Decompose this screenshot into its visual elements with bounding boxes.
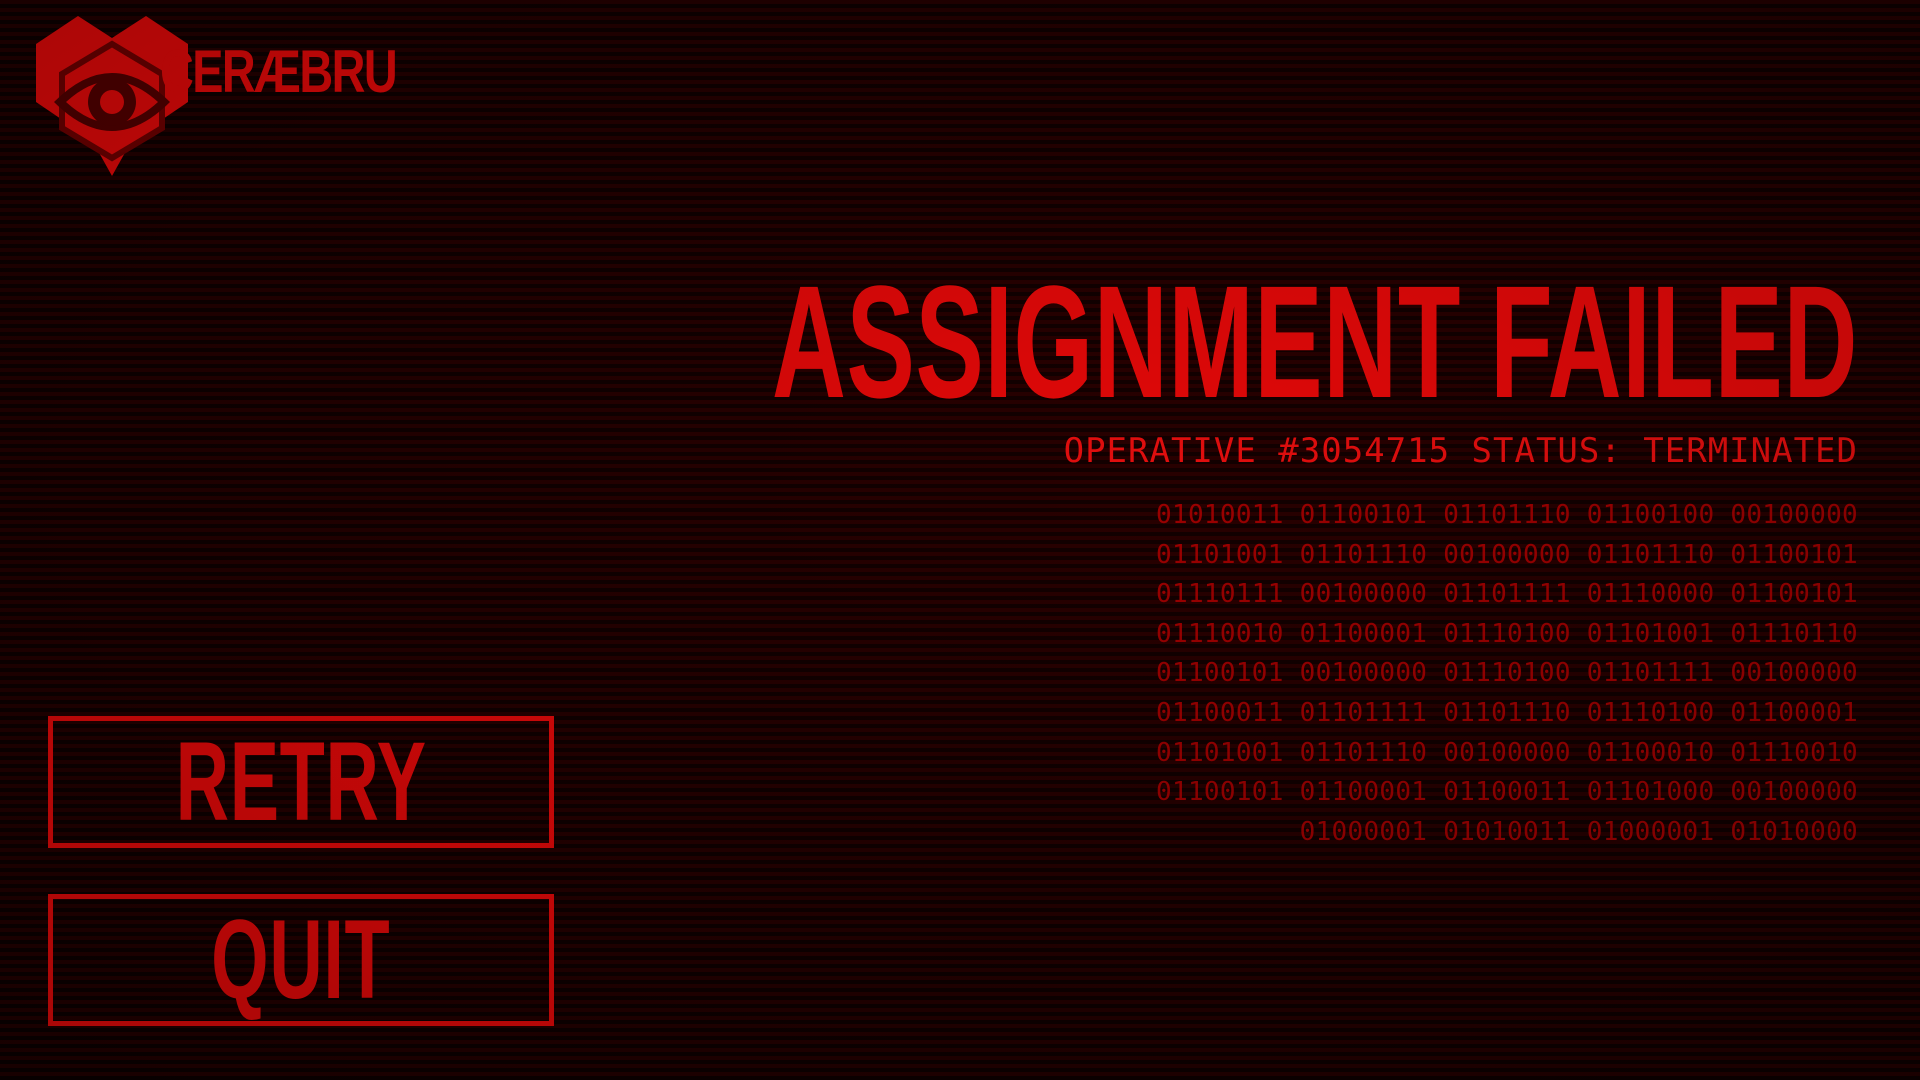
binary-row: 01100101 01100001 01100011 01101000 0010… bbox=[1156, 777, 1858, 808]
binary-row: 01101001 01101110 00100000 01101110 0110… bbox=[1156, 539, 1858, 570]
operative-status: OPERATIVE #3054715 STATUS: TERMINATED bbox=[1063, 431, 1858, 471]
binary-row: 01100011 01101111 01101110 01110100 0110… bbox=[1156, 697, 1858, 728]
binary-row: 01000001 01010011 01000001 01010000 bbox=[1299, 816, 1858, 847]
binary-row: 01010011 01100101 01101110 01100100 0010… bbox=[1156, 500, 1858, 530]
binary-row: 01110111 00100000 01101111 01110000 0110… bbox=[1156, 579, 1858, 610]
binary-row: 01100101 00100000 01110100 01101111 0010… bbox=[1156, 658, 1858, 689]
brand-logo: CERÆBRU bbox=[36, 16, 398, 176]
page-title: ASSIGNMENT FAILED bbox=[771, 252, 1858, 431]
brand-name: CERÆBRU bbox=[160, 38, 398, 105]
binary-message: 01010011 01100101 01101110 01100100 0010… bbox=[1156, 496, 1858, 852]
retry-button-label: RETRY bbox=[175, 719, 427, 844]
binary-row: 01110010 01100001 01110100 01101001 0111… bbox=[1156, 618, 1858, 649]
retry-button[interactable]: RETRY bbox=[48, 716, 554, 848]
game-over-screen: CERÆBRU ASSIGNMENT FAILED OPERATIVE #305… bbox=[0, 0, 1920, 1080]
quit-button-label: QUIT bbox=[211, 897, 391, 1022]
quit-button[interactable]: QUIT bbox=[48, 894, 554, 1026]
binary-row: 01101001 01101110 00100000 01100010 0111… bbox=[1156, 737, 1858, 768]
